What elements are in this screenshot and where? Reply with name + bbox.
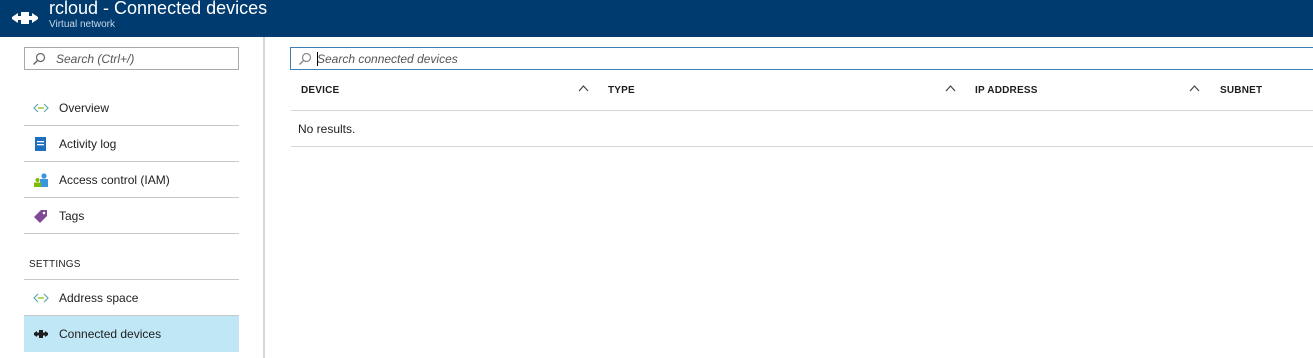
search-icon (299, 52, 312, 65)
sidebar-item-label: Tags (59, 209, 85, 223)
activity-log-icon (35, 137, 46, 151)
search-icon (33, 52, 46, 65)
connected-devices-icon (34, 330, 48, 338)
sidebar-item-connected-devices[interactable]: Connected devices (24, 316, 239, 352)
settings-section-heading: SETTINGS (29, 259, 81, 270)
sidebar-item-address-space[interactable]: Address space (24, 280, 239, 316)
blade-header: rcloud - Connected devices Virtual netwo… (0, 0, 1313, 37)
sort-ascending-icon[interactable] (578, 84, 589, 92)
sidebar-item-label: Connected devices (59, 327, 162, 341)
column-header-subnet[interactable]: SUBNET (1220, 85, 1262, 96)
resource-menu: Search (Ctrl+/) Overview Activity log Ac… (0, 37, 265, 358)
connected-devices-search-input[interactable]: Search connected devices (290, 47, 1313, 70)
virtual-network-logo-icon (12, 12, 38, 24)
sort-ascending-icon[interactable] (945, 84, 956, 92)
vnet-arrows-icon (33, 103, 49, 113)
sidebar-item-label: Access control (IAM) (59, 173, 170, 187)
sidebar-item-label: Activity log (59, 137, 117, 151)
sidebar-item-label: Address space (59, 291, 139, 305)
sidebar-item-access-control[interactable]: Access control (IAM) (24, 162, 239, 198)
tag-icon (34, 210, 47, 223)
sidebar-item-label: Overview (59, 101, 110, 115)
vnet-arrows-icon (33, 293, 49, 303)
column-header-type[interactable]: TYPE (608, 85, 635, 96)
sidebar-item-activity-log[interactable]: Activity log (24, 126, 239, 162)
page-title: rcloud - Connected devices (49, 0, 268, 18)
menu-search-placeholder: Search (Ctrl+/) (56, 52, 135, 66)
iam-people-icon (34, 173, 48, 187)
empty-results-message: No results. (298, 122, 356, 136)
search-placeholder: Search connected devices (317, 52, 458, 66)
page-subtitle: Virtual network (49, 19, 115, 30)
column-header-ip-address[interactable]: IP ADDRESS (975, 85, 1038, 96)
sort-ascending-icon[interactable] (1189, 84, 1200, 92)
menu-search-input[interactable]: Search (Ctrl+/) (24, 47, 239, 70)
table-header-divider (291, 110, 1313, 111)
sidebar-item-overview[interactable]: Overview (24, 90, 239, 126)
table-row-divider (291, 146, 1313, 147)
sidebar-item-tags[interactable]: Tags (24, 198, 239, 234)
column-header-device[interactable]: DEVICE (301, 85, 339, 96)
